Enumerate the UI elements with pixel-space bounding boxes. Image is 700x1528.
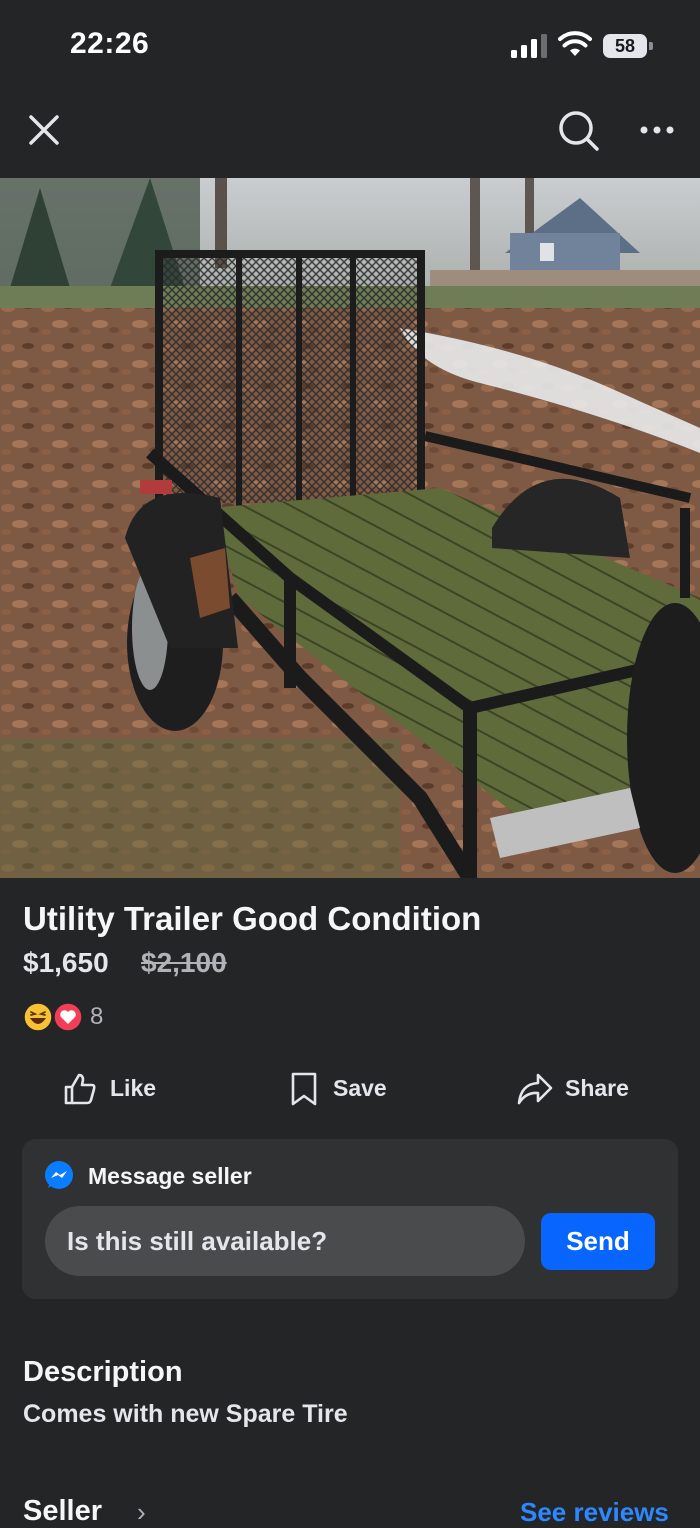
status-bar: 22:26 58 [0,0,700,90]
share-label: Share [565,1075,629,1101]
listing-original-price: $2,100 [141,947,227,978]
bookmark-icon [291,1072,317,1106]
description-text: Comes with new Spare Tire [23,1400,348,1428]
seller-heading[interactable]: Seller [23,1495,102,1528]
send-button[interactable]: Send [541,1213,655,1270]
chevron-right-icon: › [137,1497,146,1527]
message-seller-card: Message seller Send [22,1139,678,1299]
listing-title: Utility Trailer Good Condition [23,900,482,937]
haha-reaction-icon [23,1002,53,1032]
thumbs-up-icon [64,1073,96,1105]
more-horizontal-icon[interactable] [636,112,680,148]
reaction-count: 8 [90,1003,104,1030]
see-reviews-link[interactable]: See reviews [520,1497,669,1528]
message-seller-title: Message seller [88,1163,252,1189]
status-time: 22:26 [70,27,150,60]
listing-photo[interactable] [0,178,700,878]
like-label: Like [110,1075,157,1101]
share-arrow-icon [517,1073,553,1105]
wifi-icon [558,31,592,56]
love-reaction-icon [53,1002,83,1032]
save-button[interactable]: Save [288,1065,398,1111]
cellular-signal-icon [511,34,547,58]
top-bar [0,90,700,178]
share-button[interactable]: Share [516,1065,646,1111]
battery-cap [649,42,653,50]
like-button[interactable]: Like [62,1065,172,1111]
trailer-photo-illustration [0,178,700,878]
description-heading: Description [23,1356,183,1388]
messenger-icon [45,1161,73,1189]
battery-icon: 58 [603,34,653,58]
battery-level: 58 [603,34,647,58]
save-label: Save [333,1075,387,1101]
message-input[interactable] [45,1206,525,1276]
search-icon[interactable] [556,108,600,152]
close-icon[interactable] [24,110,64,150]
listing-price: $1,650 [23,947,109,978]
